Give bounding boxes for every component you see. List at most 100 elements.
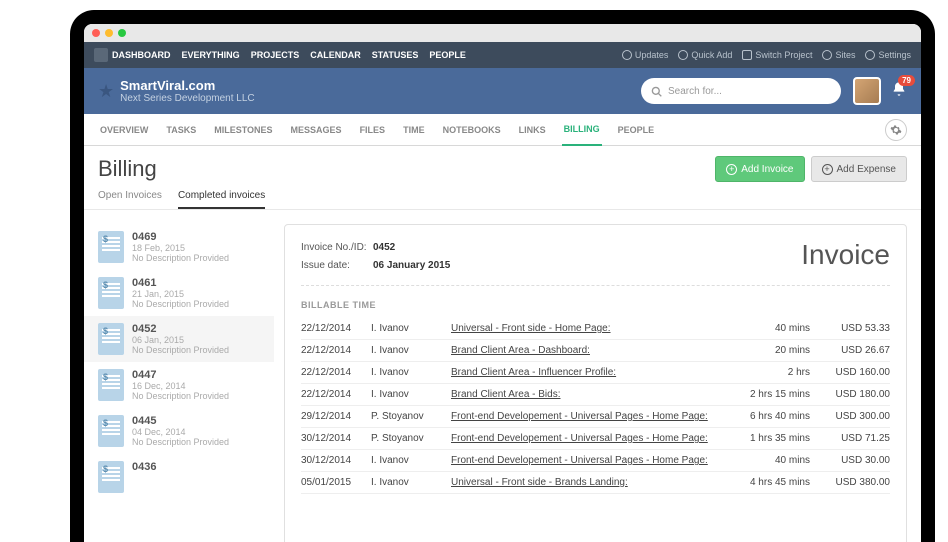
cell-person: I. Ivanov	[371, 340, 451, 362]
notifications-button[interactable]: 79	[891, 81, 907, 102]
nav-calendar[interactable]: CALENDAR	[310, 50, 361, 60]
invoice-desc: No Description Provided	[132, 299, 229, 309]
issue-date: 06 January 2015	[373, 260, 450, 271]
cell-task[interactable]: Universal - Front side - Home Page:	[451, 318, 720, 340]
invoice-heading: Invoice	[801, 239, 890, 275]
device-frame: DASHBOARD EVERYTHING PROJECTS CALENDAR S…	[70, 10, 935, 542]
section-billable-time: BILLABLE TIME	[301, 300, 890, 310]
cell-date: 30/12/2014	[301, 450, 371, 472]
search-input[interactable]: Search for...	[641, 78, 841, 104]
tab-tasks[interactable]: TASKS	[164, 114, 198, 146]
settings-button[interactable]	[885, 119, 907, 141]
cell-task[interactable]: Front-end Developement - Universal Pages…	[451, 406, 720, 428]
billable-table: 22/12/2014I. IvanovUniversal - Front sid…	[301, 318, 890, 494]
nav-updates[interactable]: Updates	[622, 50, 669, 60]
sub-nav: OVERVIEW TASKS MILESTONES MESSAGES FILES…	[84, 114, 921, 146]
cell-amount: USD 53.33	[810, 318, 890, 340]
table-row: 30/12/2014P. StoyanovFront-end Developem…	[301, 428, 890, 450]
home-icon[interactable]	[94, 48, 108, 62]
invoice-id: 0452	[132, 323, 229, 335]
nav-switch[interactable]: Switch Project	[742, 50, 812, 60]
tab-open-invoices[interactable]: Open Invoices	[98, 190, 162, 209]
invoice-desc: No Description Provided	[132, 391, 229, 401]
nav-settings[interactable]: Settings	[865, 50, 911, 60]
cell-amount: USD 71.25	[810, 428, 890, 450]
cell-date: 22/12/2014	[301, 340, 371, 362]
window-titlebar	[84, 24, 921, 42]
notification-badge: 79	[898, 75, 915, 86]
nav-quickadd[interactable]: Quick Add	[678, 50, 732, 60]
tab-notebooks[interactable]: NOTEBOOKS	[441, 114, 503, 146]
cell-time: 2 hrs 15 mins	[720, 384, 810, 406]
cell-task[interactable]: Universal - Front side - Brands Landing:	[451, 472, 720, 494]
tab-overview[interactable]: OVERVIEW	[98, 114, 150, 146]
label-invoice-no: Invoice No./ID:	[301, 239, 373, 257]
cell-person: I. Ivanov	[371, 318, 451, 340]
document-icon	[98, 323, 124, 355]
avatar[interactable]	[853, 77, 881, 105]
nav-statuses[interactable]: STATUSES	[372, 50, 419, 60]
invoice-id: 0461	[132, 277, 229, 289]
cell-task[interactable]: Front-end Developement - Universal Pages…	[451, 428, 720, 450]
invoice-date: 18 Feb, 2015	[132, 243, 229, 253]
tab-time[interactable]: TIME	[401, 114, 427, 146]
tab-messages[interactable]: MESSAGES	[289, 114, 344, 146]
invoice-item[interactable]: 044504 Dec, 2014No Description Provided	[98, 408, 274, 454]
content-body: 046918 Feb, 2015No Description Provided0…	[84, 210, 921, 542]
invoice-date: 21 Jan, 2015	[132, 289, 229, 299]
invoice-id: 0436	[132, 461, 156, 473]
close-icon[interactable]	[92, 29, 100, 37]
invoice-desc: No Description Provided	[132, 345, 229, 355]
invoice-item[interactable]: 046918 Feb, 2015No Description Provided	[98, 224, 274, 270]
tab-people[interactable]: PEOPLE	[616, 114, 657, 146]
nav-everything[interactable]: EVERYTHING	[182, 50, 240, 60]
invoice-item[interactable]: 046121 Jan, 2015No Description Provided	[98, 270, 274, 316]
tab-files[interactable]: FILES	[358, 114, 388, 146]
star-icon[interactable]: ★	[98, 81, 114, 102]
nav-left: DASHBOARD EVERYTHING PROJECTS CALENDAR S…	[112, 50, 466, 60]
nav-projects[interactable]: PROJECTS	[251, 50, 300, 60]
cell-person: I. Ivanov	[371, 450, 451, 472]
invoice-no: 0452	[373, 242, 395, 253]
minimize-icon[interactable]	[105, 29, 113, 37]
invoice-item[interactable]: 0436	[98, 454, 274, 500]
nav-people[interactable]: PEOPLE	[429, 50, 466, 60]
cell-person: P. Stoyanov	[371, 428, 451, 450]
cell-task[interactable]: Brand Client Area - Bids:	[451, 384, 720, 406]
tab-completed-invoices[interactable]: Completed invoices	[178, 190, 265, 209]
add-invoice-button[interactable]: +Add Invoice	[715, 156, 804, 182]
search-placeholder: Search for...	[668, 86, 722, 97]
cell-person: I. Ivanov	[371, 362, 451, 384]
gear-icon	[865, 50, 875, 60]
nav-sites[interactable]: Sites	[822, 50, 855, 60]
invoice-desc: No Description Provided	[132, 253, 229, 263]
cell-task[interactable]: Brand Client Area - Influencer Profile:	[451, 362, 720, 384]
table-row: 22/12/2014I. IvanovBrand Client Area - B…	[301, 384, 890, 406]
tab-links[interactable]: LINKS	[517, 114, 548, 146]
cell-person: I. Ivanov	[371, 384, 451, 406]
brand[interactable]: SmartViral.com Next Series Development L…	[120, 78, 255, 104]
info-icon	[622, 50, 632, 60]
add-expense-button[interactable]: +Add Expense	[811, 156, 908, 182]
invoice-desc: No Description Provided	[132, 437, 229, 447]
invoice-item[interactable]: 044716 Dec, 2014No Description Provided	[98, 362, 274, 408]
table-row: 29/12/2014P. StoyanovFront-end Developem…	[301, 406, 890, 428]
maximize-icon[interactable]	[118, 29, 126, 37]
cell-amount: USD 26.67	[810, 340, 890, 362]
tab-milestones[interactable]: MILESTONES	[212, 114, 274, 146]
invoice-date: 16 Dec, 2014	[132, 381, 229, 391]
nav-dashboard[interactable]: DASHBOARD	[112, 50, 171, 60]
plus-icon	[678, 50, 688, 60]
label-issue-date: Issue date:	[301, 257, 373, 275]
invoice-item[interactable]: 045206 Jan, 2015No Description Provided	[84, 316, 274, 362]
screen: DASHBOARD EVERYTHING PROJECTS CALENDAR S…	[84, 24, 921, 542]
document-icon	[98, 369, 124, 401]
cell-time: 20 mins	[720, 340, 810, 362]
cell-task[interactable]: Brand Client Area - Dashboard:	[451, 340, 720, 362]
cell-task[interactable]: Front-end Developement - Universal Pages…	[451, 450, 720, 472]
cell-person: P. Stoyanov	[371, 406, 451, 428]
table-row: 22/12/2014I. IvanovBrand Client Area - D…	[301, 340, 890, 362]
project-subtitle: Next Series Development LLC	[120, 93, 255, 104]
search-icon	[651, 86, 662, 97]
tab-billing[interactable]: BILLING	[562, 114, 602, 146]
